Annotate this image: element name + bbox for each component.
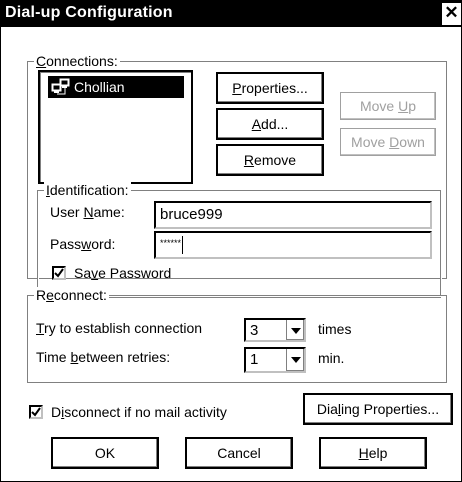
connections-group-label: Connections: bbox=[34, 53, 120, 69]
password-value: ****** bbox=[160, 238, 182, 248]
text-caret bbox=[182, 236, 184, 255]
retry-count-dropdown[interactable]: 3 bbox=[244, 318, 306, 342]
cancel-label: Cancel bbox=[217, 445, 261, 461]
properties-button[interactable]: Properties... bbox=[216, 72, 324, 104]
cancel-button[interactable]: Cancel bbox=[185, 437, 293, 469]
identification-group: Identification: User Name: bruce999 Pass… bbox=[37, 182, 441, 298]
close-icon: ✕ bbox=[444, 3, 459, 22]
user-name-label: User Name: bbox=[50, 204, 125, 220]
dropdown-arrow-button[interactable] bbox=[286, 349, 304, 371]
add-button[interactable]: Add... bbox=[216, 108, 324, 140]
window-title: Dial-up Configuration bbox=[5, 4, 173, 21]
list-item-label: Chollian bbox=[74, 79, 125, 95]
retry-interval-unit-label: min. bbox=[318, 350, 345, 366]
list-item-chollian[interactable]: Chollian bbox=[48, 76, 184, 98]
retry-unit-label: times bbox=[318, 321, 352, 337]
save-password-checkbox[interactable] bbox=[52, 266, 66, 280]
retry-interval-value: 1 bbox=[250, 351, 259, 368]
checkmark-icon bbox=[31, 407, 41, 417]
identification-group-label: Identification: bbox=[44, 182, 131, 198]
reconnect-group: Reconnect: Try to establish connection 3… bbox=[27, 287, 447, 383]
chevron-down-icon bbox=[291, 328, 301, 334]
connections-listbox[interactable]: Chollian bbox=[38, 70, 193, 184]
dial-up-configuration-dialog: Dial-up Configuration ✕ Connections: Cho… bbox=[0, 0, 462, 482]
retry-count-value: 3 bbox=[250, 322, 259, 339]
ok-label: OK bbox=[94, 445, 116, 461]
connections-group: Connections: Chollian Properties... Add.… bbox=[27, 53, 447, 298]
network-connection-icon bbox=[51, 78, 73, 96]
connections-label-text: onnections: bbox=[46, 53, 118, 69]
try-connection-label: Try to establish connection bbox=[36, 320, 203, 336]
user-name-value: bruce999 bbox=[160, 206, 223, 223]
password-label: Password: bbox=[50, 236, 116, 252]
ok-button[interactable]: OK bbox=[51, 437, 159, 469]
retry-interval-dropdown[interactable]: 1 bbox=[244, 347, 306, 373]
help-button[interactable]: Help bbox=[319, 437, 427, 469]
password-input[interactable]: ****** bbox=[154, 231, 432, 259]
title-bar[interactable]: Dial-up Configuration ✕ bbox=[1, 1, 461, 27]
chevron-down-icon bbox=[291, 357, 301, 363]
disconnect-checkbox[interactable] bbox=[29, 405, 43, 419]
disconnect-label[interactable]: Disconnect if no mail activity bbox=[51, 403, 227, 421]
dropdown-arrow-button[interactable] bbox=[286, 320, 304, 340]
close-button[interactable]: ✕ bbox=[441, 3, 461, 25]
move-up-button[interactable]: Move Up bbox=[340, 92, 436, 120]
checkmark-icon bbox=[54, 268, 64, 278]
remove-button[interactable]: Remove bbox=[216, 144, 324, 176]
reconnect-group-label: Reconnect: bbox=[34, 287, 109, 303]
time-between-label: Time between retries: bbox=[36, 349, 171, 365]
move-down-button[interactable]: Move Down bbox=[340, 128, 436, 156]
save-password-label[interactable]: Save Password bbox=[74, 264, 171, 282]
dialing-properties-button[interactable]: Dialing Properties... bbox=[303, 393, 453, 425]
user-name-input[interactable]: bruce999 bbox=[154, 201, 432, 229]
